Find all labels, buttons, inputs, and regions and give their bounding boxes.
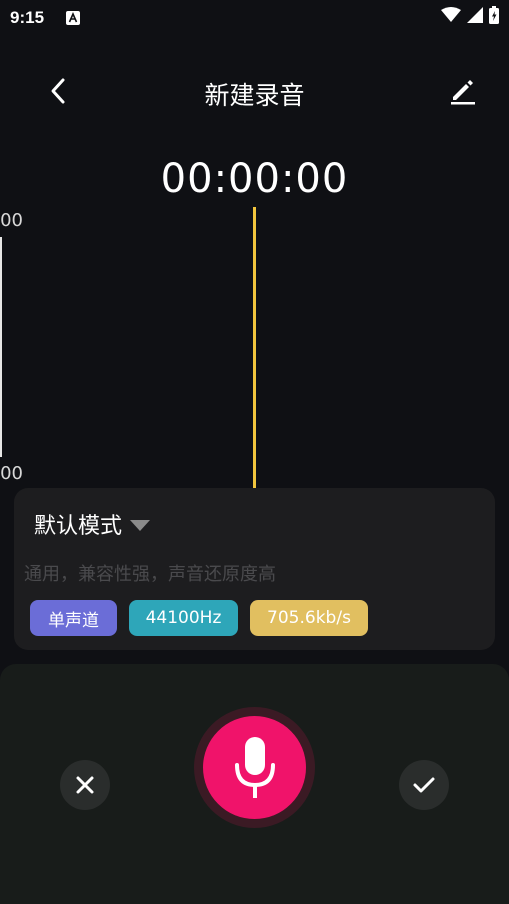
app-screen: 9:15 新建录音 00:00:00 00 00 默认模式 通用，兼容性强，声音… <box>0 0 509 904</box>
recording-controls <box>0 664 509 904</box>
battery-charging-icon <box>489 6 499 28</box>
ruler-label-top: :00 <box>0 210 23 231</box>
close-icon <box>76 776 94 794</box>
mode-description: 通用，兼容性强，声音还原度高 <box>24 564 276 585</box>
mode-selector[interactable]: 默认模式 <box>34 508 151 540</box>
recording-mode-card[interactable]: 默认模式 通用，兼容性强，声音还原度高 单声道 44100Hz 705.6kb/… <box>14 488 495 650</box>
microphone-icon <box>234 736 275 798</box>
pencil-icon <box>451 80 475 105</box>
check-icon <box>413 777 435 793</box>
wifi-icon <box>441 7 461 27</box>
status-time: 9:15 <box>10 8 45 27</box>
confirm-button[interactable] <box>399 760 449 810</box>
tag-channel: 单声道 <box>30 600 117 636</box>
ruler-label-bottom: :00 <box>0 463 23 484</box>
recording-timer: 00:00:00 <box>160 156 349 202</box>
dropdown-caret-icon <box>130 520 151 531</box>
tag-bitrate: 705.6kb/s <box>250 600 368 636</box>
playhead-line <box>253 207 256 492</box>
ruler-line <box>0 237 2 457</box>
status-bar: 9:15 <box>0 0 509 36</box>
app-header: 新建录音 <box>0 66 509 116</box>
edit-button[interactable] <box>445 72 481 108</box>
a-notification-icon <box>66 10 80 25</box>
waveform-area[interactable]: :00 :00 <box>0 205 509 492</box>
cancel-button[interactable] <box>60 760 110 810</box>
mode-tags: 单声道 44100Hz 705.6kb/s <box>30 600 368 636</box>
mode-title: 默认模式 <box>34 514 123 539</box>
tag-sample-rate: 44100Hz <box>129 600 238 636</box>
status-icons <box>441 6 499 28</box>
record-button-ring <box>194 707 315 828</box>
record-button[interactable] <box>203 716 306 819</box>
page-title: 新建录音 <box>204 81 305 110</box>
signal-icon <box>467 7 483 27</box>
